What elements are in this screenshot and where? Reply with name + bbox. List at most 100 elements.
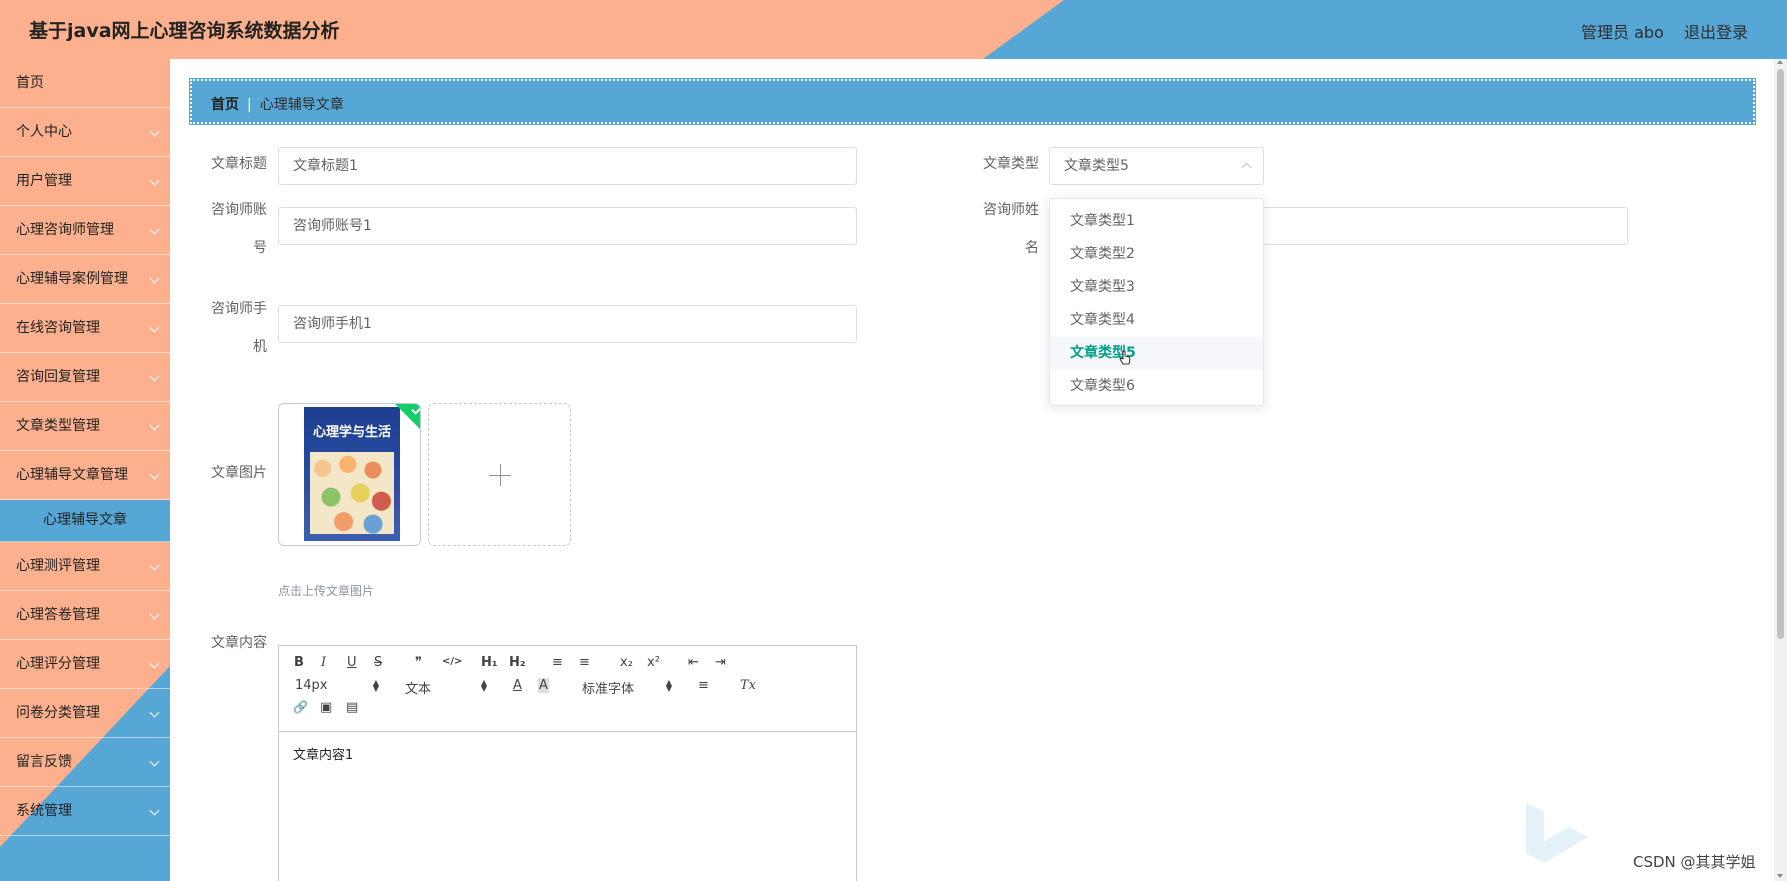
ordered-list-icon[interactable]: ≡ (552, 655, 563, 670)
superscript-button[interactable]: x² (647, 655, 660, 670)
sidebar-item-home[interactable]: 首页 (0, 59, 170, 108)
chevron-down-icon (149, 273, 160, 284)
counselor-phone-input[interactable]: 咨询师手机1 (278, 305, 857, 343)
type-option-5[interactable]: 文章类型5 (1050, 337, 1263, 370)
clear-format-icon[interactable]: Tx (740, 678, 756, 693)
counselor-account-input[interactable]: 咨询师账号1 (278, 207, 857, 245)
sidebar-item-online-consult[interactable]: 在线咨询管理 (0, 304, 170, 353)
sidebar-item-label: 文章类型管理 (16, 418, 100, 434)
font-family-select[interactable]: 标准字体 ▲ ▼ (582, 678, 672, 698)
align-icon[interactable]: ≡ (698, 678, 709, 693)
breadcrumb-home[interactable]: 首页 (211, 97, 239, 113)
code-icon[interactable]: </> (442, 656, 462, 667)
type-option-1[interactable]: 文章类型1 (1050, 205, 1263, 238)
sidebar-item-label: 首页 (16, 75, 44, 91)
name-label-line2: 名 (1025, 240, 1039, 256)
content-label: 文章内容 (211, 635, 267, 651)
sidebar-item-label: 系统管理 (16, 803, 72, 819)
chevron-down-icon (149, 420, 160, 431)
sidebar-item-label: 咨询回复管理 (16, 369, 100, 385)
name-label-line1: 咨询师姓 (983, 202, 1039, 218)
sidebar-item-label: 心理辅导案例管理 (16, 271, 128, 287)
type-option-2[interactable]: 文章类型2 (1050, 238, 1263, 271)
h2-button[interactable]: H₂ (509, 655, 526, 670)
italic-button[interactable]: I (321, 655, 326, 670)
font-family-value: 标准字体 (582, 682, 635, 697)
title-input[interactable]: 文章标题1 (278, 147, 857, 185)
link-icon[interactable]: 🔗 (293, 700, 308, 714)
watermark: CSDN @其其学姐 (1633, 853, 1756, 871)
sidebar-item-user-management[interactable]: 用户管理 (0, 157, 170, 206)
uploaded-image-thumbnail[interactable]: 心理学与生活 (278, 403, 421, 546)
sidebar-item-label: 心理评分管理 (16, 656, 100, 672)
sidebar-menu: 首页 个人中心 用户管理 心理咨询师管理 心理辅导案例管理 在线咨询管理 咨询回… (0, 59, 170, 836)
current-user: 管理员 abo (1581, 23, 1664, 42)
bullet-list-icon[interactable]: ≡ (579, 655, 590, 670)
sidebar-item-personal-center[interactable]: 个人中心 (0, 108, 170, 157)
sidebar-item-label: 心理答卷管理 (16, 607, 100, 623)
sidebar-item-article-management[interactable]: 心理辅导文章管理 (0, 451, 170, 500)
header-select[interactable]: 文本 ▲ ▼ (405, 678, 487, 698)
h1-button[interactable]: H₁ (481, 655, 498, 670)
indent-icon[interactable]: ⇥ (715, 655, 726, 670)
type-dropdown: 文章类型1 文章类型2 文章类型3 文章类型4 文章类型5 文章类型6 (1049, 198, 1264, 406)
type-select[interactable]: 文章类型5 (1049, 147, 1264, 185)
sidebar-item-reply-management[interactable]: 咨询回复管理 (0, 353, 170, 402)
outdent-icon[interactable]: ⇤ (688, 655, 699, 670)
sidebar-item-label: 心理辅导文章管理 (16, 467, 128, 483)
phone-label-line2: 机 (253, 339, 267, 355)
breadcrumb: 首页 | 心理辅导文章 (189, 78, 1756, 125)
bold-button[interactable]: B (294, 655, 304, 670)
sidebar-item-scoring[interactable]: 心理评分管理 (0, 640, 170, 689)
phone-label: 咨询师手 机 (177, 300, 267, 357)
title-label: 文章标题 (211, 156, 267, 172)
type-option-6[interactable]: 文章类型6 (1050, 370, 1263, 403)
scroll-up-icon[interactable] (1777, 60, 1783, 64)
editor-content[interactable]: 文章内容1 (279, 732, 856, 775)
sidebar-item-system[interactable]: 系统管理 (0, 787, 170, 836)
chevron-up-icon (1241, 162, 1252, 173)
select-arrows-icon: ▲ ▼ (480, 678, 487, 693)
account-label-line2: 号 (253, 240, 267, 256)
type-option-4[interactable]: 文章类型4 (1050, 304, 1263, 337)
background-color-icon[interactable]: A (538, 678, 549, 693)
ghost-logo-icon (1526, 803, 1588, 863)
subscript-button[interactable]: x₂ (620, 655, 633, 670)
chevron-down-icon (149, 175, 160, 186)
vertical-scrollbar[interactable] (1774, 59, 1787, 881)
video-icon[interactable]: ▤ (346, 700, 358, 715)
sidebar-item-assessment[interactable]: 心理测评管理 (0, 542, 170, 591)
chevron-down-icon (149, 707, 160, 718)
blockquote-icon[interactable]: ❞ (415, 655, 422, 670)
scroll-down-icon[interactable] (1777, 874, 1783, 878)
logout-button[interactable]: 退出登录 (1684, 19, 1748, 43)
chevron-down-icon (149, 469, 160, 480)
chevron-down-icon (149, 322, 160, 333)
sidebar-item-label: 问卷分类管理 (16, 705, 100, 721)
sidebar-item-questionnaire-category[interactable]: 问卷分类管理 (0, 689, 170, 738)
underline-button[interactable]: U (347, 655, 357, 670)
sidebar-item-feedback[interactable]: 留言反馈 (0, 738, 170, 787)
sidebar-subitem-article[interactable]: 心理辅导文章 (0, 500, 170, 542)
breadcrumb-separator: | (247, 97, 252, 113)
scrollbar-thumb[interactable] (1777, 69, 1784, 639)
chevron-down-icon (149, 609, 160, 620)
sidebar-item-answer-sheet[interactable]: 心理答卷管理 (0, 591, 170, 640)
app-title: 基于java网上心理咨询系统数据分析 (29, 20, 340, 42)
sidebar-item-article-type[interactable]: 文章类型管理 (0, 402, 170, 451)
image-icon[interactable]: ▣ (320, 700, 332, 715)
sidebar: 首页 个人中心 用户管理 心理咨询师管理 心理辅导案例管理 在线咨询管理 咨询回… (0, 59, 170, 881)
upload-add-button[interactable] (428, 403, 571, 546)
sidebar-item-label: 个人中心 (16, 124, 72, 140)
font-size-select[interactable]: 14px ▲ ▼ (295, 678, 379, 693)
sidebar-item-case-management[interactable]: 心理辅导案例管理 (0, 255, 170, 304)
chevron-down-icon (149, 371, 160, 382)
sidebar-item-counselor-management[interactable]: 心理咨询师管理 (0, 206, 170, 255)
text-color-icon[interactable]: A (513, 678, 522, 693)
header-select-value: 文本 (405, 682, 432, 697)
type-option-3[interactable]: 文章类型3 (1050, 271, 1263, 304)
sidebar-item-label: 在线咨询管理 (16, 320, 100, 336)
main-content: 首页 | 心理辅导文章 文章标题 文章标题1 文章类型 文章类型5 咨询师账 号 咨… (170, 59, 1774, 881)
strike-button[interactable]: S (374, 655, 382, 670)
sidebar-item-label: 留言反馈 (16, 754, 72, 770)
